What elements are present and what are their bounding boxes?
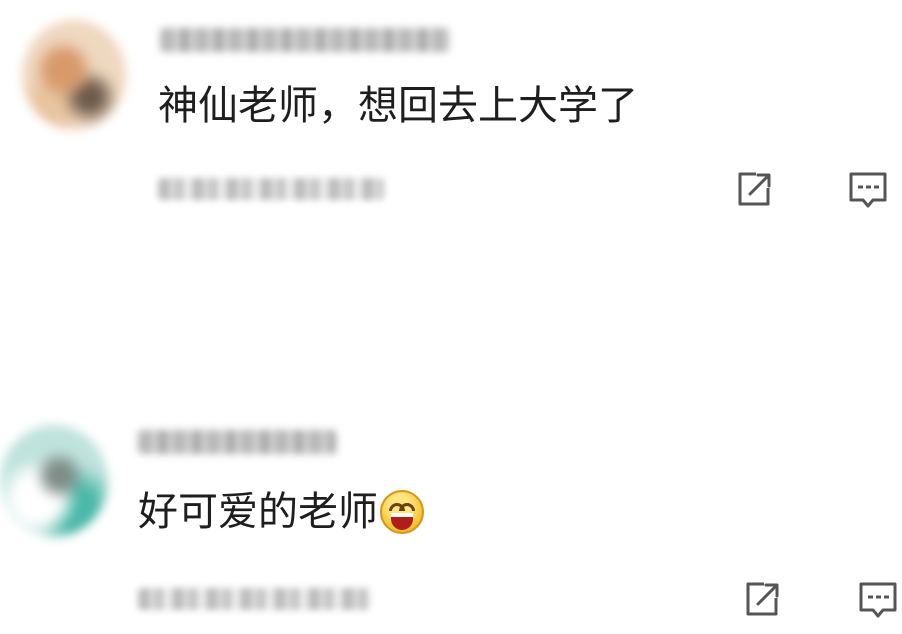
avatar[interactable] [0, 425, 108, 537]
reply-button[interactable] [846, 168, 890, 212]
grinning-face-emoji-icon [380, 490, 424, 534]
share-button[interactable] [732, 168, 776, 212]
share-icon [746, 582, 779, 616]
reply-icon [849, 172, 887, 208]
avatar[interactable] [22, 20, 126, 130]
comment-item: 好可爱的老师 [0, 400, 902, 634]
comment-text-content: 好可爱的老师 [138, 489, 378, 535]
share-icon [738, 172, 771, 206]
username-blurred[interactable] [138, 430, 336, 454]
reply-icon [859, 582, 897, 618]
timestamp-blurred [138, 588, 370, 610]
timestamp-blurred [158, 178, 384, 200]
reply-button[interactable] [856, 578, 900, 622]
comment-text: 好可爱的老师 [138, 488, 424, 536]
share-button[interactable] [740, 578, 784, 622]
comment-item: 神仙老师，想回去上大学了 [0, 0, 902, 250]
comment-text: 神仙老师，想回去上大学了 [158, 82, 638, 130]
comment-text-content: 神仙老师，想回去上大学了 [158, 83, 638, 129]
username-blurred[interactable] [160, 28, 450, 52]
